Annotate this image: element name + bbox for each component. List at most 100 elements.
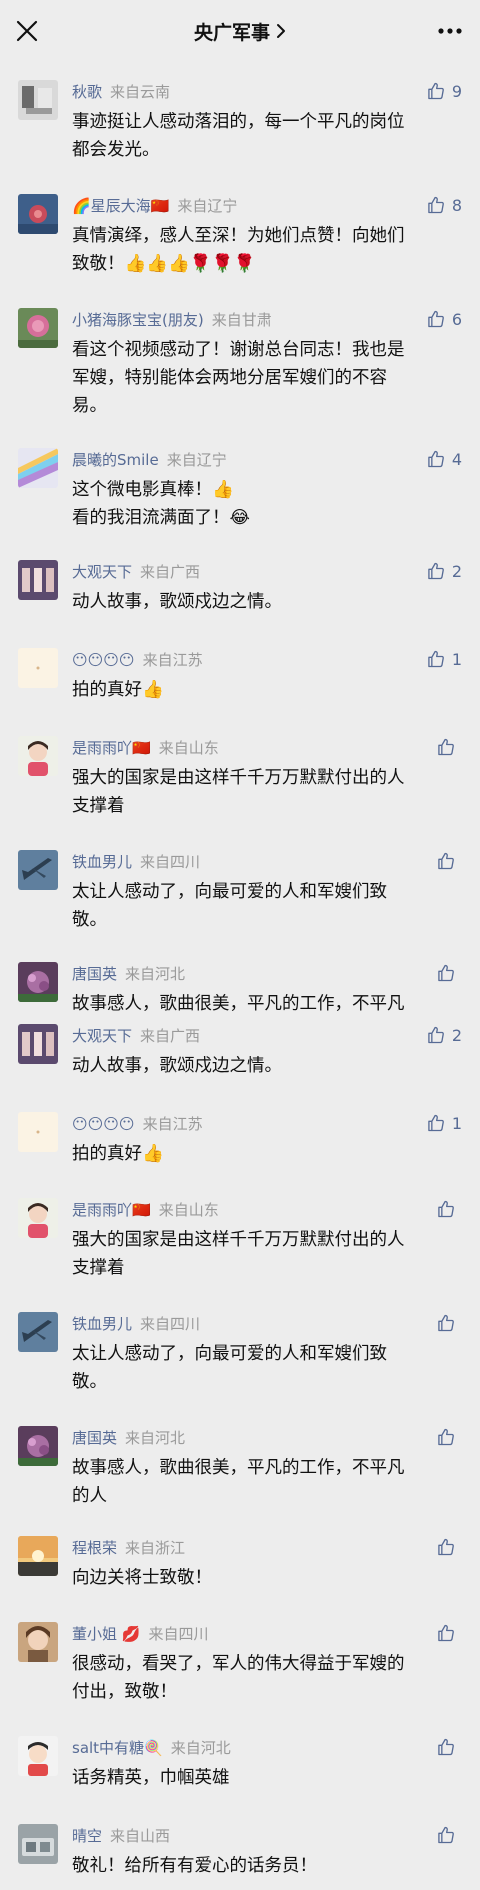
avatar[interactable] [18,80,58,120]
avatar[interactable] [18,736,58,776]
like-count: 8 [451,195,462,215]
avatar[interactable] [18,1426,58,1466]
avatar[interactable] [18,1198,58,1238]
like-button[interactable] [436,736,462,758]
commenter-name[interactable]: 唐国英 [72,965,117,983]
avatar[interactable] [18,1736,58,1776]
comment-text: 事迹挺让人感动落泪的，每一个平凡的岗位 都会发光。 [72,108,460,164]
commenter-name[interactable]: 铁血男儿 [72,853,132,871]
comment-text: 拍的真好👍 [72,676,460,704]
more-icon[interactable] [436,22,464,40]
comment-region: 来自山西 [110,1827,171,1845]
avatar[interactable] [18,448,58,488]
commenter-name[interactable]: 晨曦的Smile [72,451,159,469]
avatar[interactable] [18,1312,58,1352]
comment-text-line: 太让人感动了，向最可爱的人和军嫂们致 [72,1344,387,1364]
avatar[interactable] [18,850,58,890]
comment-meta: 铁血男儿 来自四川 [72,851,200,873]
commenter-name[interactable]: 大观天下 [72,563,132,581]
comment-region: 来自河北 [125,1429,186,1447]
comment-region: 来自山东 [158,739,219,757]
like-button[interactable]: 1 [426,648,462,670]
like-button[interactable] [436,1824,462,1846]
like-button[interactable] [436,1536,462,1558]
commenter-name[interactable]: 程根荣 [72,1539,117,1557]
commenter-name[interactable]: 🌈星辰大海🇨🇳 [72,197,169,215]
comment-meta: 晨曦的Smile 来自辽宁 [72,449,227,471]
like-button[interactable] [436,1312,462,1334]
comment-text-line: 事迹挺让人感动落泪的，每一个平凡的岗位 [72,112,405,132]
comment-region: 来自云南 [110,83,171,101]
like-button[interactable]: 2 [426,1024,462,1046]
avatar[interactable] [18,308,58,348]
commenter-name[interactable]: 晴空 [72,1827,102,1845]
like-button[interactable] [436,962,462,984]
like-count: 1 [451,1113,462,1133]
comment-text: 真情演绎，感人至深！为她们点赞！向她们 致敬！👍👍👍🌹🌹🌹 [72,222,460,278]
commenter-name[interactable]: 😶😶😶😶 [72,651,135,669]
commenter-name[interactable]: 小猪海豚宝宝(朋友) [72,311,204,329]
comment-text: 看这个视频感动了！谢谢总台同志！我也是 军嫂，特别能体会两地分居军嫂们的不容 易。 [72,336,460,420]
comment-text: 动人故事，歌颂戍边之情。 [72,588,460,616]
commenter-name[interactable]: salt中有糖🍭 [72,1739,163,1757]
like-button[interactable] [436,1736,462,1758]
close-icon[interactable] [14,18,40,44]
like-button[interactable]: 2 [426,560,462,582]
like-button[interactable] [436,850,462,872]
commenter-name[interactable]: 是雨雨吖🇨🇳 [72,739,151,757]
avatar[interactable] [18,1536,58,1576]
thumbs-up-icon [428,650,444,668]
like-button[interactable]: 6 [426,308,462,330]
page-title: 央广军事 [193,21,270,44]
avatar[interactable] [18,1824,58,1864]
comment-text: 强大的国家是由这样千千万万默默付出的人 支撑着 [72,1226,460,1282]
comment-text: 很感动，看哭了，军人的伟大得益于军嫂的 付出，致敬！ [72,1650,460,1706]
avatar[interactable] [18,560,58,600]
commenter-name[interactable]: 秋歌 [72,83,102,101]
comment-text-line: 故事感人，歌曲很美，平凡的工作，不平凡 [72,994,405,1014]
comment-text: 故事感人，歌曲很美，平凡的工作，不平凡 [72,990,460,1018]
comment-text-line: 强大的国家是由这样千千万万默默付出的人 [72,768,405,788]
commenter-name[interactable]: 唐国英 [72,1429,117,1447]
comment-region: 来自四川 [140,853,201,871]
like-button[interactable]: 1 [426,1112,462,1134]
comment-region: 来自江苏 [142,1115,203,1133]
comment-region: 来自河北 [125,965,186,983]
comment-text-line: 动人故事，歌颂戍边之情。 [72,1056,282,1076]
like-button[interactable]: 8 [426,194,462,216]
like-button[interactable] [436,1198,462,1220]
chevron-right-icon [277,24,285,38]
avatar[interactable] [18,194,58,234]
thumbs-up-icon [428,196,444,214]
like-button[interactable]: 9 [426,80,462,102]
commenter-name[interactable]: 铁血男儿 [72,1315,132,1333]
comment-text-line: 敬。 [72,910,107,930]
commenter-name[interactable]: 董小姐 💋 [72,1625,140,1643]
account-title-button[interactable]: 央广军事 [194,18,286,45]
thumbs-up-icon [438,738,454,756]
like-button[interactable] [436,1426,462,1448]
comment-text-line: 很感动，看哭了，军人的伟大得益于军嫂的 [72,1654,405,1674]
comment-meta: 大观天下 来自广西 [72,1025,200,1047]
comment-region: 来自山东 [158,1201,219,1219]
avatar[interactable] [18,648,58,688]
comment-text-line: 看的我泪流满面了！😂 [72,508,250,528]
comment-text: 向边关将士致敬！ [72,1564,460,1592]
commenter-name[interactable]: 大观天下 [72,1027,132,1045]
like-button[interactable] [436,1622,462,1644]
avatar[interactable] [18,1112,58,1152]
thumbs-up-icon [438,1428,454,1446]
like-button[interactable]: 4 [426,448,462,470]
commenter-name[interactable]: 😶😶😶😶 [72,1115,135,1133]
comment-text: 故事感人，歌曲很美，平凡的工作，不平凡 的人 [72,1454,460,1510]
comment-region: 来自河北 [170,1739,231,1757]
avatar[interactable] [18,1024,58,1064]
comment-region: 来自浙江 [125,1539,186,1557]
avatar[interactable] [18,962,58,1002]
comment-meta: salt中有糖🍭 来自河北 [72,1737,231,1759]
thumbs-up-icon [428,82,444,100]
avatar[interactable] [18,1622,58,1662]
comment-text-line: 的人 [72,1486,107,1506]
comment-text-line: 看这个视频感动了！谢谢总台同志！我也是 [72,340,405,360]
commenter-name[interactable]: 是雨雨吖🇨🇳 [72,1201,151,1219]
